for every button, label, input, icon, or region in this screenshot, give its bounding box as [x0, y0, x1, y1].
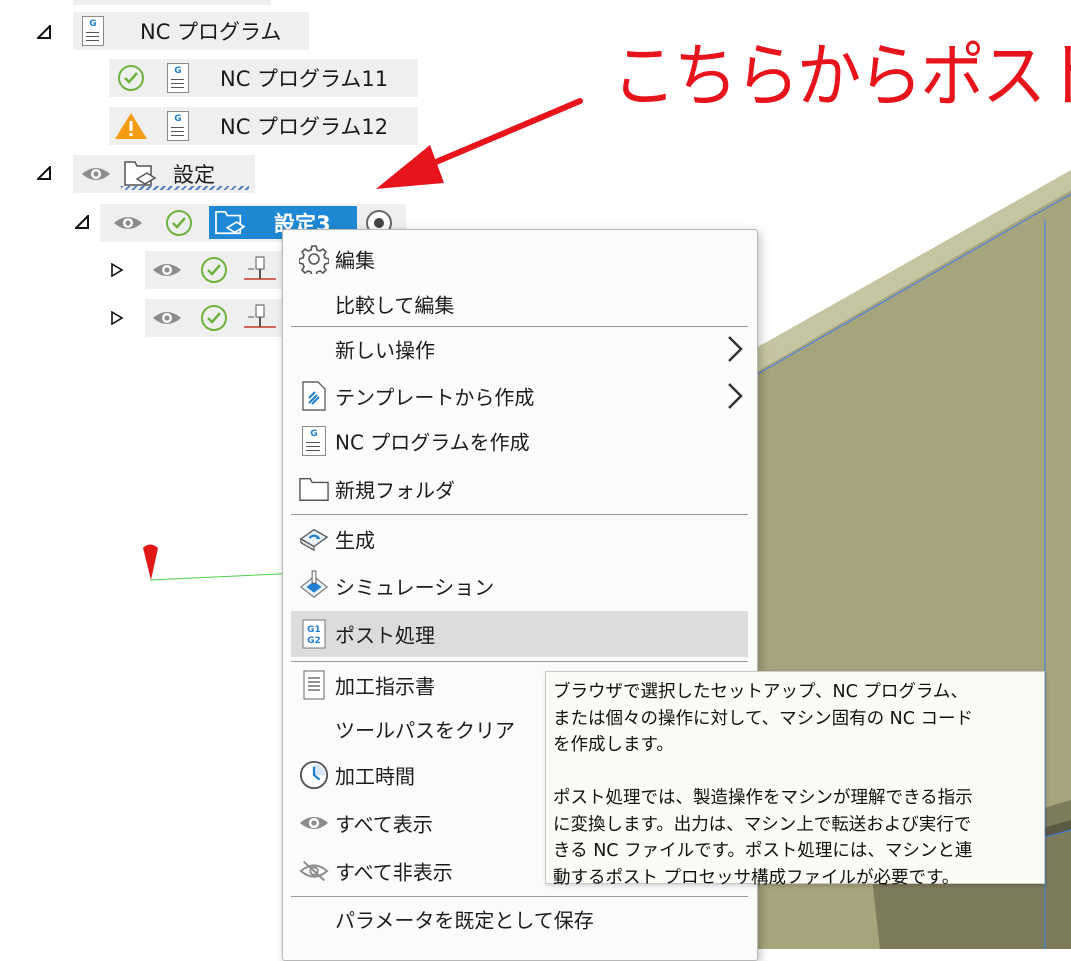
clock-icon	[299, 760, 329, 790]
menu-item-compare-edit[interactable]: 比較して編集	[291, 281, 748, 327]
nc-program-icon: G	[167, 63, 189, 93]
chevron-right-icon	[728, 383, 743, 409]
folder-icon	[299, 474, 329, 504]
menu-item-label: ポスト処理	[335, 623, 435, 648]
nc-program-icon: G	[167, 111, 189, 141]
gear-icon	[299, 244, 329, 274]
tree-row-stub	[73, 0, 271, 5]
setup-sheet-icon	[299, 670, 329, 700]
menu-item-label: 加工時間	[335, 764, 415, 789]
tool-icon	[244, 256, 276, 280]
menu-item-label: 新しい操作	[335, 338, 435, 363]
template-icon	[299, 381, 329, 411]
collapse-triangle-icon[interactable]	[37, 25, 51, 39]
model-edge-line	[755, 193, 1071, 376]
nc-program-icon: G	[82, 16, 104, 46]
menu-item-label: パラメータを既定として保存	[335, 908, 594, 933]
svg-text:G2: G2	[307, 636, 321, 646]
menu-item-label: テンプレートから作成	[335, 385, 535, 410]
eye-hidden-icon	[299, 856, 329, 886]
check-icon	[166, 210, 192, 236]
check-icon	[118, 65, 144, 91]
generate-icon	[299, 524, 329, 554]
tree-item-label: 設定	[173, 163, 215, 187]
annotation-text: こちらからポスト	[612, 35, 1071, 117]
menu-item-label: NC プログラムを作成	[335, 430, 530, 455]
menu-item-new-operation[interactable]: 新しい操作	[291, 326, 748, 372]
axis-line	[149, 572, 301, 581]
menu-item-label: ツールパスをクリア	[335, 718, 515, 743]
eye-icon	[153, 312, 181, 324]
origin-cone-icon	[143, 544, 158, 580]
check-icon	[201, 305, 227, 331]
chevron-right-icon	[728, 336, 743, 362]
tree-item-operation[interactable]	[145, 251, 285, 289]
menu-item-create-from-template[interactable]: テンプレートから作成	[291, 373, 748, 419]
menu-item-label: 比較して編集	[335, 293, 455, 318]
tool-icon	[244, 304, 276, 328]
nc-program-icon: G	[299, 426, 329, 456]
model-top-face	[756, 170, 1071, 372]
menu-item-save-parameters-default[interactable]: パラメータを既定として保存	[291, 896, 748, 942]
menu-item-label: 編集	[335, 248, 375, 273]
annotation-arrow	[376, 98, 583, 189]
menu-item-new-folder[interactable]: 新規フォルダ	[291, 466, 748, 512]
setups-underline	[121, 186, 249, 190]
tree-item-nc-program-root[interactable]: G NC プログラム	[73, 12, 309, 50]
menu-item-create-nc-program[interactable]: G NC プログラムを作成	[291, 418, 748, 464]
eye-icon	[299, 808, 329, 838]
menu-item-label: シミュレーション	[335, 575, 495, 600]
tree-item-operation[interactable]	[145, 299, 285, 337]
menu-separator	[291, 514, 748, 515]
tree-item-label: NC プログラム	[140, 20, 282, 44]
menu-item-label: 加工指示書	[335, 674, 435, 699]
setup-folder-icon	[215, 210, 246, 234]
menu-item-edit[interactable]: 編集	[291, 236, 748, 282]
menu-item-label: すべて非表示	[335, 860, 453, 885]
check-icon	[201, 257, 227, 283]
collapse-triangle-icon[interactable]	[75, 215, 89, 229]
expand-triangle-icon[interactable]	[110, 311, 124, 325]
tree-item-nc-program-11[interactable]: G NC プログラム11	[109, 59, 418, 97]
menu-item-post-process[interactable]: G1 G2 ポスト処理	[291, 611, 748, 657]
collapse-triangle-icon[interactable]	[37, 166, 51, 180]
menu-item-simulation[interactable]: シミュレーション	[291, 563, 748, 609]
tree-item-label: NC プログラム11	[220, 67, 389, 91]
menu-item-label: 生成	[335, 528, 375, 553]
setup-folder-icon	[124, 161, 157, 186]
warning-icon	[115, 113, 147, 139]
menu-item-label: 新規フォルダ	[335, 478, 455, 503]
menu-item-label: すべて表示	[335, 812, 433, 837]
eye-icon	[114, 217, 142, 229]
menu-item-generate[interactable]: 生成	[291, 516, 748, 562]
eye-icon	[82, 168, 110, 180]
svg-text:G1: G1	[307, 625, 321, 635]
simulation-icon	[299, 570, 329, 601]
post-process-tooltip: ブラウザで選択したセットアップ、NC プログラム、 または個々の操作に対して、マ…	[545, 671, 1045, 888]
tree-item-label: NC プログラム12	[220, 115, 389, 139]
expand-triangle-icon[interactable]	[110, 263, 124, 277]
post-process-icon: G1 G2	[299, 619, 329, 649]
eye-icon	[153, 264, 181, 276]
